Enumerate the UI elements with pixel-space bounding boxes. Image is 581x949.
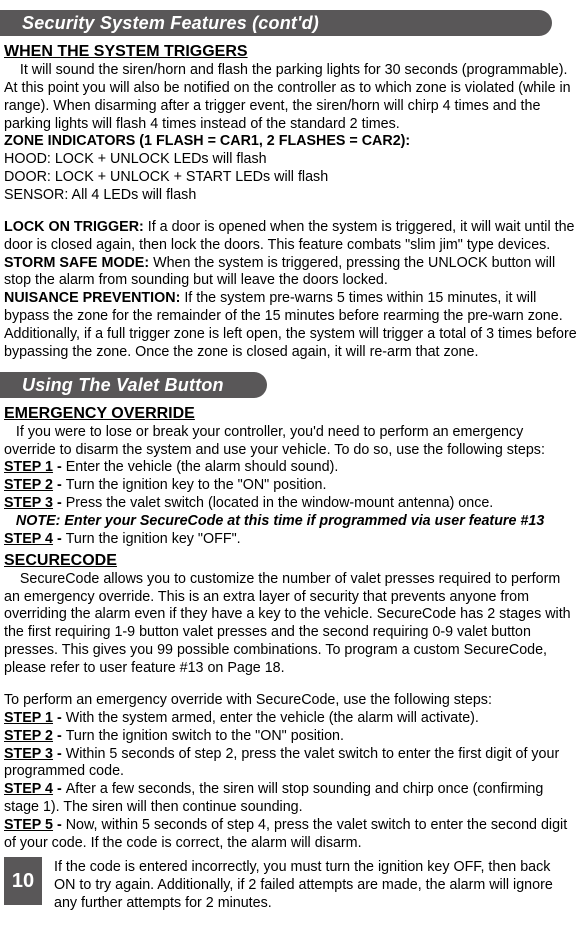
content-block-2: EMERGENCY OVERRIDE If you were to lose o…	[0, 404, 581, 853]
section-header: Security System Features (cont'd)	[0, 10, 552, 36]
lock-on-trigger: LOCK ON TRIGGER: If a door is opened whe…	[4, 219, 577, 255]
section-header-2-title: Using The Valet Button	[22, 374, 224, 397]
section-header-2: Using The Valet Button	[0, 372, 267, 398]
nuisance-prev: NUISANCE PREVENTION: If the system pre-w…	[4, 290, 577, 361]
content-block-1: WHEN THE SYSTEM TRIGGERS It will sound t…	[0, 42, 581, 362]
override-step3: STEP 3 - Press the valet switch (located…	[4, 495, 577, 513]
trigger-p1: It will sound the siren/horn and flash t…	[4, 62, 577, 133]
footer-row: 10 If the code is entered incorrectly, y…	[4, 859, 581, 913]
lot-label: LOCK ON TRIGGER:	[4, 219, 148, 235]
sc-p1: SecureCode allows you to customize the n…	[4, 571, 577, 678]
section-header-title: Security System Features (cont'd)	[22, 12, 319, 35]
ss-label: STORM SAFE MODE:	[4, 255, 153, 271]
sc-heading: SECURECODE	[4, 551, 577, 571]
trigger-heading: WHEN THE SYSTEM TRIGGERS	[4, 42, 577, 62]
zone-label: ZONE INDICATORS (1 FLASH = CAR1, 2 FLASH…	[4, 133, 577, 151]
footer-note: If the code is entered incorrectly, you …	[54, 859, 581, 913]
override-step1: STEP 1 - Enter the vehicle (the alarm sh…	[4, 459, 577, 477]
override-step4: STEP 4 - Turn the ignition key "OFF".	[4, 531, 577, 549]
override-note: NOTE: Enter your SecureCode at this time…	[4, 513, 577, 531]
zone-sensor: SENSOR: All 4 LEDs will flash	[4, 187, 577, 205]
page-number: 10	[4, 857, 42, 905]
override-intro: If you were to lose or break your contro…	[4, 424, 577, 460]
override-step2: STEP 2 - Turn the ignition key to the "O…	[4, 477, 577, 495]
sc-step5: STEP 5 - Now, within 5 seconds of step 4…	[4, 817, 577, 853]
sc-intro2: To perform an emergency override with Se…	[4, 692, 577, 710]
sc-step2: STEP 2 - Turn the ignition switch to the…	[4, 728, 577, 746]
np-label: NUISANCE PREVENTION:	[4, 290, 184, 306]
zone-hood: HOOD: LOCK + UNLOCK LEDs will flash	[4, 151, 577, 169]
override-heading: EMERGENCY OVERRIDE	[4, 404, 577, 424]
sc-step1: STEP 1 - With the system armed, enter th…	[4, 710, 577, 728]
zone-door: DOOR: LOCK + UNLOCK + START LEDs will fl…	[4, 169, 577, 187]
storm-safe: STORM SAFE MODE: When the system is trig…	[4, 255, 577, 291]
sc-step4: STEP 4 - After a few seconds, the siren …	[4, 781, 577, 817]
sc-step3: STEP 3 - Within 5 seconds of step 2, pre…	[4, 746, 577, 782]
